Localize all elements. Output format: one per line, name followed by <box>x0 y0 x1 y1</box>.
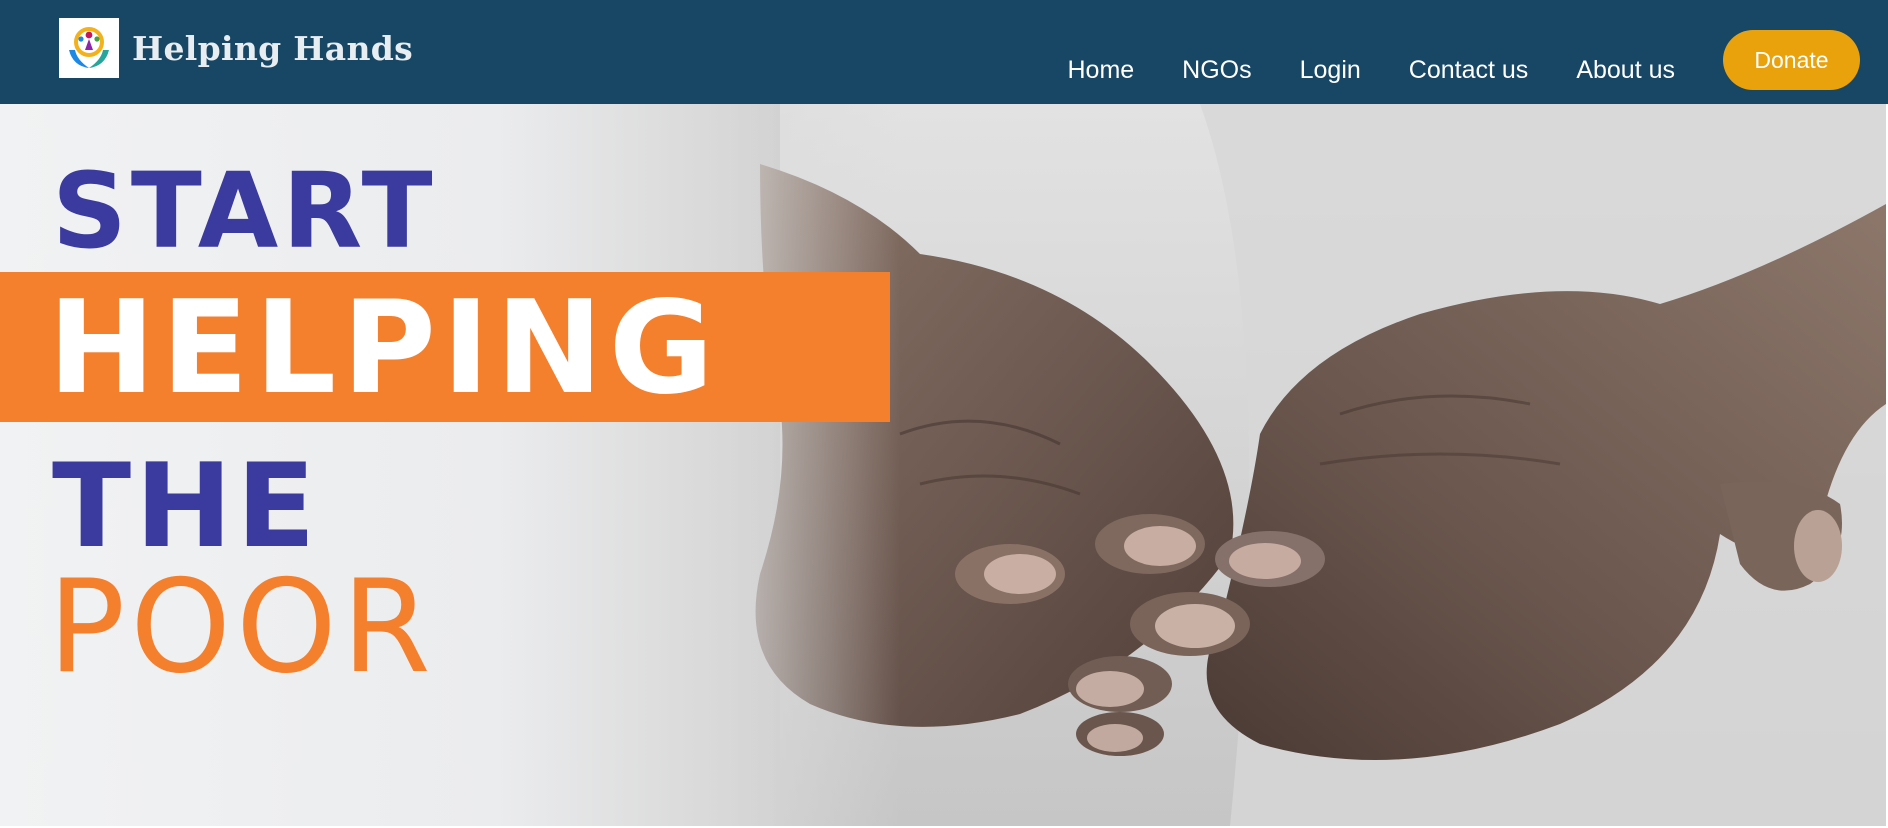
hero-banner: START HELPING THE POOR <box>0 104 1886 826</box>
nav-about-us[interactable]: About us <box>1576 56 1675 85</box>
brand[interactable]: Helping Hands <box>59 18 413 78</box>
brand-name[interactable]: Helping Hands <box>132 29 413 68</box>
nav-ngos[interactable]: NGOs <box>1182 56 1251 85</box>
nav-login[interactable]: Login <box>1300 56 1361 85</box>
nav-home[interactable]: Home <box>1067 56 1134 85</box>
hero-line-start: START <box>52 150 437 272</box>
navbar: Helping Hands Home NGOs Login Contact us… <box>0 0 1888 104</box>
helping-hands-logo-icon[interactable] <box>59 18 119 78</box>
hero-line-helping: HELPING <box>48 274 720 423</box>
nav-contact-us[interactable]: Contact us <box>1409 56 1529 85</box>
donate-button[interactable]: Donate <box>1723 30 1860 90</box>
nav-links: Home NGOs Login Contact us About us Dona… <box>1067 30 1888 90</box>
hero-line-poor: POOR <box>48 553 436 702</box>
hero-line-the: THE <box>52 439 320 574</box>
